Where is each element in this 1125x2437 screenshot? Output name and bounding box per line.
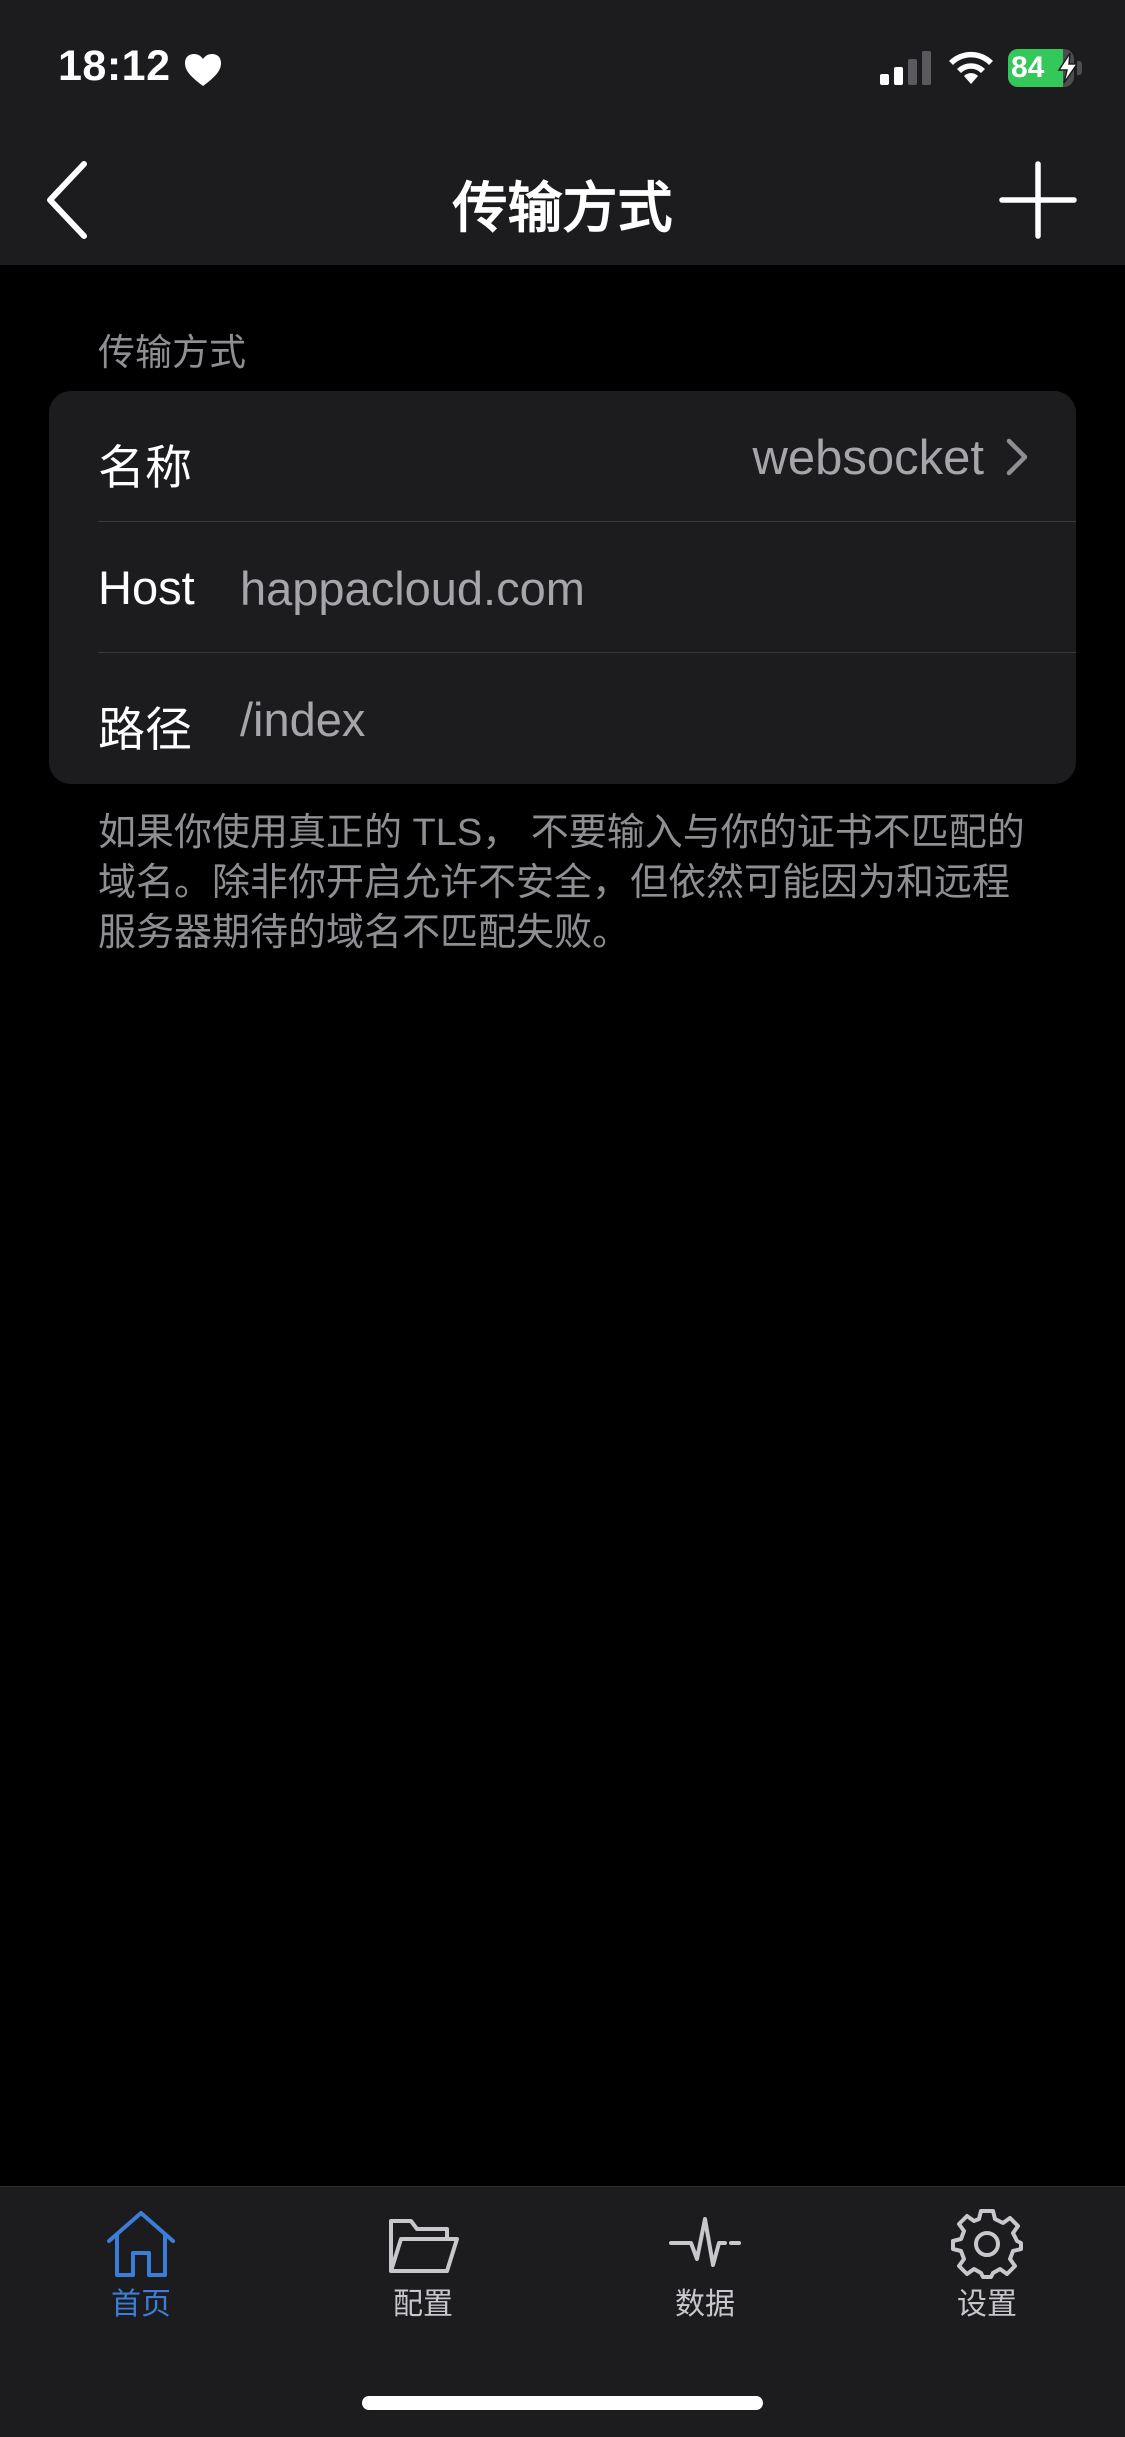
- host-label: Host: [98, 561, 195, 614]
- tab-home[interactable]: 首页: [41, 2207, 241, 2337]
- battery-cap: [1077, 61, 1082, 75]
- wifi-icon: [949, 51, 993, 84]
- name-label: 名称: [98, 441, 192, 494]
- pulse-icon: [669, 2217, 741, 2267]
- status-time: 18:12: [58, 42, 171, 90]
- path-field[interactable]: /index: [240, 692, 365, 747]
- name-value: websocket: [752, 431, 984, 485]
- host-field[interactable]: happacloud.com: [240, 561, 585, 616]
- path-label: 路径: [98, 703, 192, 756]
- heart-icon: [185, 54, 221, 86]
- battery-indicator: 84: [1008, 49, 1084, 87]
- tab-settings-label: 设置: [957, 2288, 1017, 2321]
- tab-config-label: 配置: [393, 2288, 453, 2321]
- host-row[interactable]: Host happacloud.com: [49, 522, 1076, 653]
- page-title: 传输方式: [452, 177, 673, 239]
- path-row[interactable]: 路径 /index: [49, 653, 1076, 784]
- gear-icon: [951, 2209, 1023, 2279]
- home-icon: [107, 2211, 175, 2277]
- chevron-right-icon: [1006, 438, 1028, 476]
- transport-settings-card: 名称 websocket Host happacloud.com 路径 /ind…: [49, 391, 1076, 784]
- cellular-signal-icon: [880, 51, 931, 85]
- battery-percent: 84: [1011, 51, 1045, 84]
- tab-config[interactable]: 配置: [323, 2207, 523, 2337]
- section-header: 传输方式: [98, 332, 246, 373]
- home-indicator: [362, 2396, 763, 2410]
- section-footer-note: 如果你使用真正的 TLS， 不要输入与你的证书不匹配的域名。除非你开启允许不安全…: [98, 812, 1025, 954]
- tab-home-label: 首页: [111, 2288, 171, 2321]
- folder-icon: [389, 2219, 459, 2273]
- add-icon[interactable]: [998, 160, 1078, 240]
- tab-settings[interactable]: 设置: [887, 2207, 1087, 2337]
- tab-data-label: 数据: [675, 2288, 735, 2321]
- name-row[interactable]: 名称 websocket: [49, 391, 1076, 522]
- tab-data[interactable]: 数据: [605, 2207, 805, 2337]
